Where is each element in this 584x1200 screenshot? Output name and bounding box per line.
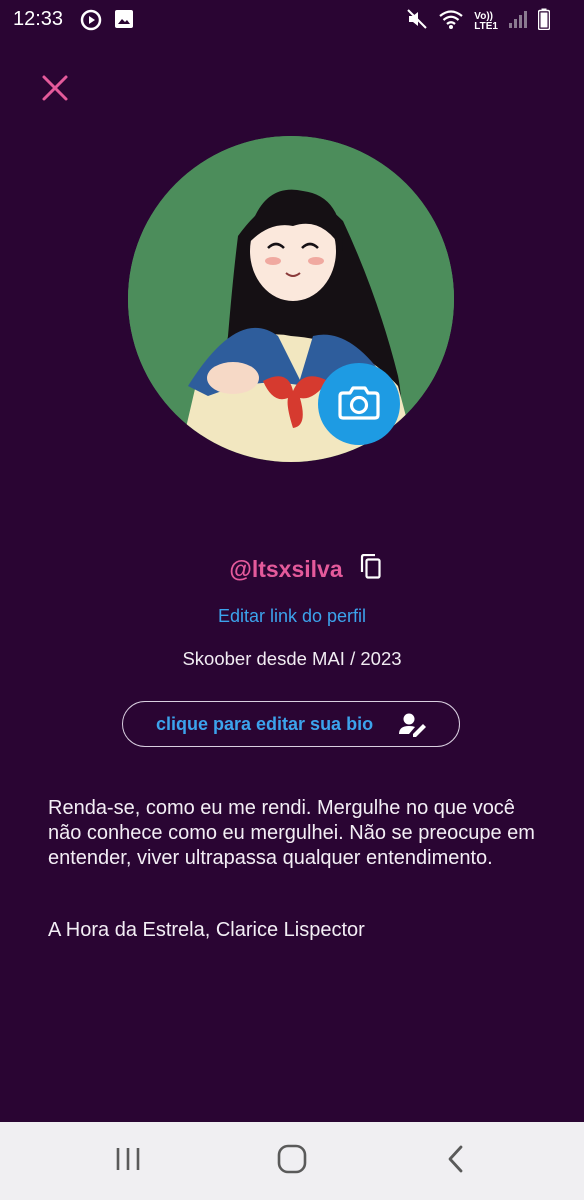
back-icon <box>445 1144 467 1179</box>
home-icon <box>277 1144 307 1179</box>
username-row: @ltsxsilva <box>0 553 584 585</box>
home-button[interactable] <box>272 1144 312 1178</box>
wifi-icon <box>438 8 464 35</box>
close-button[interactable] <box>30 65 80 115</box>
back-button[interactable] <box>436 1144 476 1178</box>
avatar[interactable] <box>128 136 454 462</box>
copy-username-button[interactable] <box>357 553 385 585</box>
user-edit-icon <box>399 712 426 738</box>
media-play-icon <box>80 9 102 36</box>
battery-icon <box>537 8 551 35</box>
edit-profile-link[interactable]: Editar link do perfil <box>0 606 584 627</box>
mute-icon <box>406 8 428 35</box>
avatar-illustration <box>128 136 454 462</box>
volte-icon: Vo)) LTE1 <box>474 10 498 32</box>
member-since-text: Skoober desde MAI / 2023 <box>182 648 402 669</box>
recents-button[interactable] <box>108 1144 148 1178</box>
status-left-icons <box>80 9 134 36</box>
copy-icon <box>359 553 383 585</box>
recents-icon <box>114 1146 142 1177</box>
edit-bio-label: clique para editar sua bio <box>156 714 374 734</box>
camera-icon <box>338 384 380 425</box>
navigation-bar <box>0 1122 584 1200</box>
close-icon <box>41 74 69 107</box>
status-right-icons: Vo)) LTE1 <box>406 8 551 35</box>
status-time: 12:33 <box>13 8 64 30</box>
username: @ltsxsilva <box>229 555 343 582</box>
bio-text: Renda-se, como eu me rendi. Mergulhe no … <box>48 797 535 869</box>
image-icon <box>114 9 134 36</box>
change-photo-button[interactable] <box>318 363 400 445</box>
volte-label-bottom: LTE1 <box>474 20 498 32</box>
volte-label-top: Vo)) <box>474 10 493 22</box>
signal-icon <box>508 9 528 34</box>
edit-bio-button[interactable]: clique para editar sua bio <box>122 701 460 747</box>
status-bar: 12:33 Vo)) LTE1 <box>0 0 584 40</box>
bio-attribution: A Hora da Estrela, Clarice Lispector <box>48 919 365 941</box>
avatar-container <box>128 136 454 462</box>
